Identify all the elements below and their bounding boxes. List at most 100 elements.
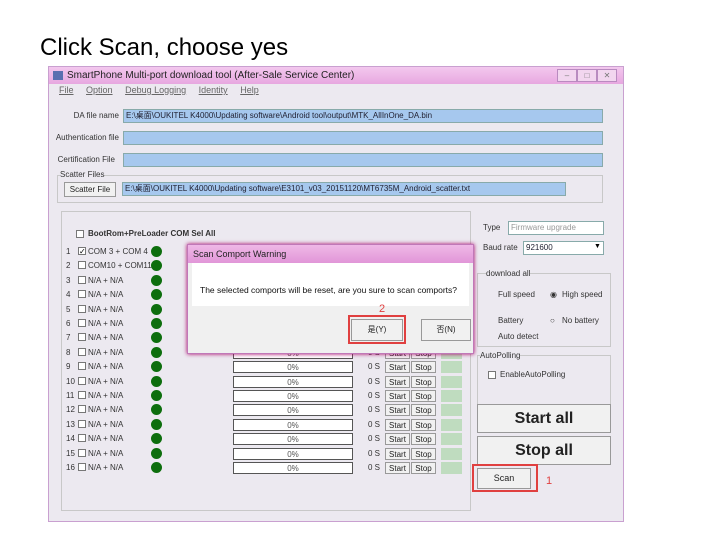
port-checkbox[interactable] [78,434,86,443]
progress-bar: 0% [233,404,353,417]
annotation-box-1 [472,464,538,492]
port-checkbox[interactable] [78,333,86,342]
port-checkbox[interactable] [78,319,86,327]
annotation-box-2 [348,315,406,344]
auth-file-field[interactable] [123,131,603,145]
start-all-button[interactable]: Start all [477,404,611,433]
port-checkbox[interactable] [78,448,86,457]
status-cell [441,390,462,402]
start-button[interactable]: Start [385,375,410,388]
start-button[interactable]: Start [385,433,410,446]
menu-identity[interactable]: Identity [199,85,228,95]
autopolling-checkbox[interactable] [488,371,496,379]
port-label: COM10 + COM11 [88,261,152,271]
start-button[interactable]: Start [385,361,410,374]
port-label: COM 3 + COM 4 [88,247,148,256]
type-select[interactable]: Firmware upgrade [508,221,604,235]
port-checkbox[interactable]: ✓ [78,247,86,256]
download-all-label: download all [486,269,531,278]
menu-help[interactable]: Help [240,85,259,95]
dialog-message: The selected comports will be reset, are… [200,285,458,295]
no-battery-radio-icon[interactable]: ○ [550,316,555,325]
stop-button[interactable]: Stop [411,361,436,374]
full-speed-radio[interactable]: Full speed [498,290,535,299]
high-speed-radio[interactable]: High speed [562,290,602,299]
start-button[interactable]: Start [385,447,410,460]
progress-bar: 0% [233,361,353,374]
scatter-file-button[interactable]: Scatter File [64,182,116,197]
start-button[interactable]: Start [385,418,410,431]
port-checkbox[interactable] [78,405,86,414]
status-dot-icon [151,274,162,286]
maximize-icon[interactable]: □ [577,69,597,82]
port-number: 9 [66,362,71,372]
status-dot-icon [151,361,162,373]
port-checkbox[interactable] [78,463,86,471]
elapsed-time: 0 S [368,362,381,372]
no-button[interactable]: 否(N) [421,319,471,341]
progress-bar: 0% [233,390,353,402]
stop-button[interactable]: Stop [411,433,436,446]
status-cell [441,404,462,417]
port-row: 15 N/A + N/A 0% 0 S Start Stop [62,447,472,460]
stop-button[interactable]: Stop [411,447,436,460]
port-checkbox[interactable] [78,376,86,385]
stop-button[interactable]: Stop [411,390,436,402]
status-dot-icon [151,246,162,257]
elapsed-time: 0 S [368,434,381,444]
port-checkbox[interactable] [78,419,86,428]
status-dot-icon [151,433,162,445]
port-checkbox[interactable] [78,290,86,299]
progress-bar: 0% [233,447,353,460]
status-dot-icon [151,375,162,387]
stop-button[interactable]: Stop [411,418,436,431]
stop-button[interactable]: Stop [411,462,436,474]
stop-all-button[interactable]: Stop all [477,436,611,465]
port-number: 3 [66,275,71,285]
no-battery-radio[interactable]: No battery [562,316,599,325]
port-checkbox[interactable] [78,347,86,356]
port-label: N/A + N/A [88,376,124,386]
port-number: 13 [66,419,75,429]
high-speed-radio-icon[interactable]: ◉ [550,290,557,299]
cert-file-label: Certification File [57,155,115,164]
status-cell [441,418,462,431]
sel-all-checkbox[interactable] [76,230,84,238]
minimize-icon[interactable]: – [557,69,577,82]
stop-button[interactable]: Stop [411,375,436,388]
baud-select[interactable]: 921600 [523,241,604,255]
battery-radio[interactable]: Battery [498,316,523,325]
start-button[interactable]: Start [385,390,410,402]
port-row: 10 N/A + N/A 0% 0 S Start Stop [62,375,472,388]
auto-detect-radio[interactable]: Auto detect [498,332,538,341]
port-checkbox[interactable] [78,362,86,371]
stop-button[interactable]: Stop [411,404,436,417]
menu-debug-logging[interactable]: Debug Logging [125,85,186,95]
port-checkbox[interactable] [78,275,86,284]
port-number: 7 [66,333,71,343]
port-row: 12 N/A + N/A 0% 0 S Start Stop [62,403,472,417]
port-label: N/A + N/A [88,405,124,415]
progress-bar: 0% [233,462,353,474]
menu-file[interactable]: File [59,85,74,95]
cert-file-field[interactable] [123,153,603,167]
dialog-body: The selected comports will be reset, are… [192,263,469,306]
port-checkbox[interactable] [78,261,86,270]
autopolling-text: EnableAutoPolling [500,370,566,379]
port-label: N/A + N/A [88,463,124,472]
status-cell [441,462,462,474]
scatter-file-field[interactable]: E:\桌面\OUKITEL K4000\Updating software\E3… [122,182,566,196]
port-checkbox[interactable] [78,304,86,313]
close-icon[interactable]: ✕ [597,69,617,82]
start-button[interactable]: Start [385,462,410,474]
port-number: 10 [66,376,75,386]
port-checkbox[interactable] [78,391,86,399]
port-label: N/A + N/A [88,319,124,328]
status-dot-icon [151,447,162,459]
window-title: SmartPhone Multi-port download tool (Aft… [67,70,355,81]
chevron-down-icon[interactable]: ▼ [594,243,601,250]
da-file-field[interactable]: E:\桌面\OUKITEL K4000\Updating software\An… [123,109,603,123]
start-button[interactable]: Start [385,404,410,417]
auth-file-label: Authentication file [55,133,119,142]
menu-option[interactable]: Option [86,85,113,95]
